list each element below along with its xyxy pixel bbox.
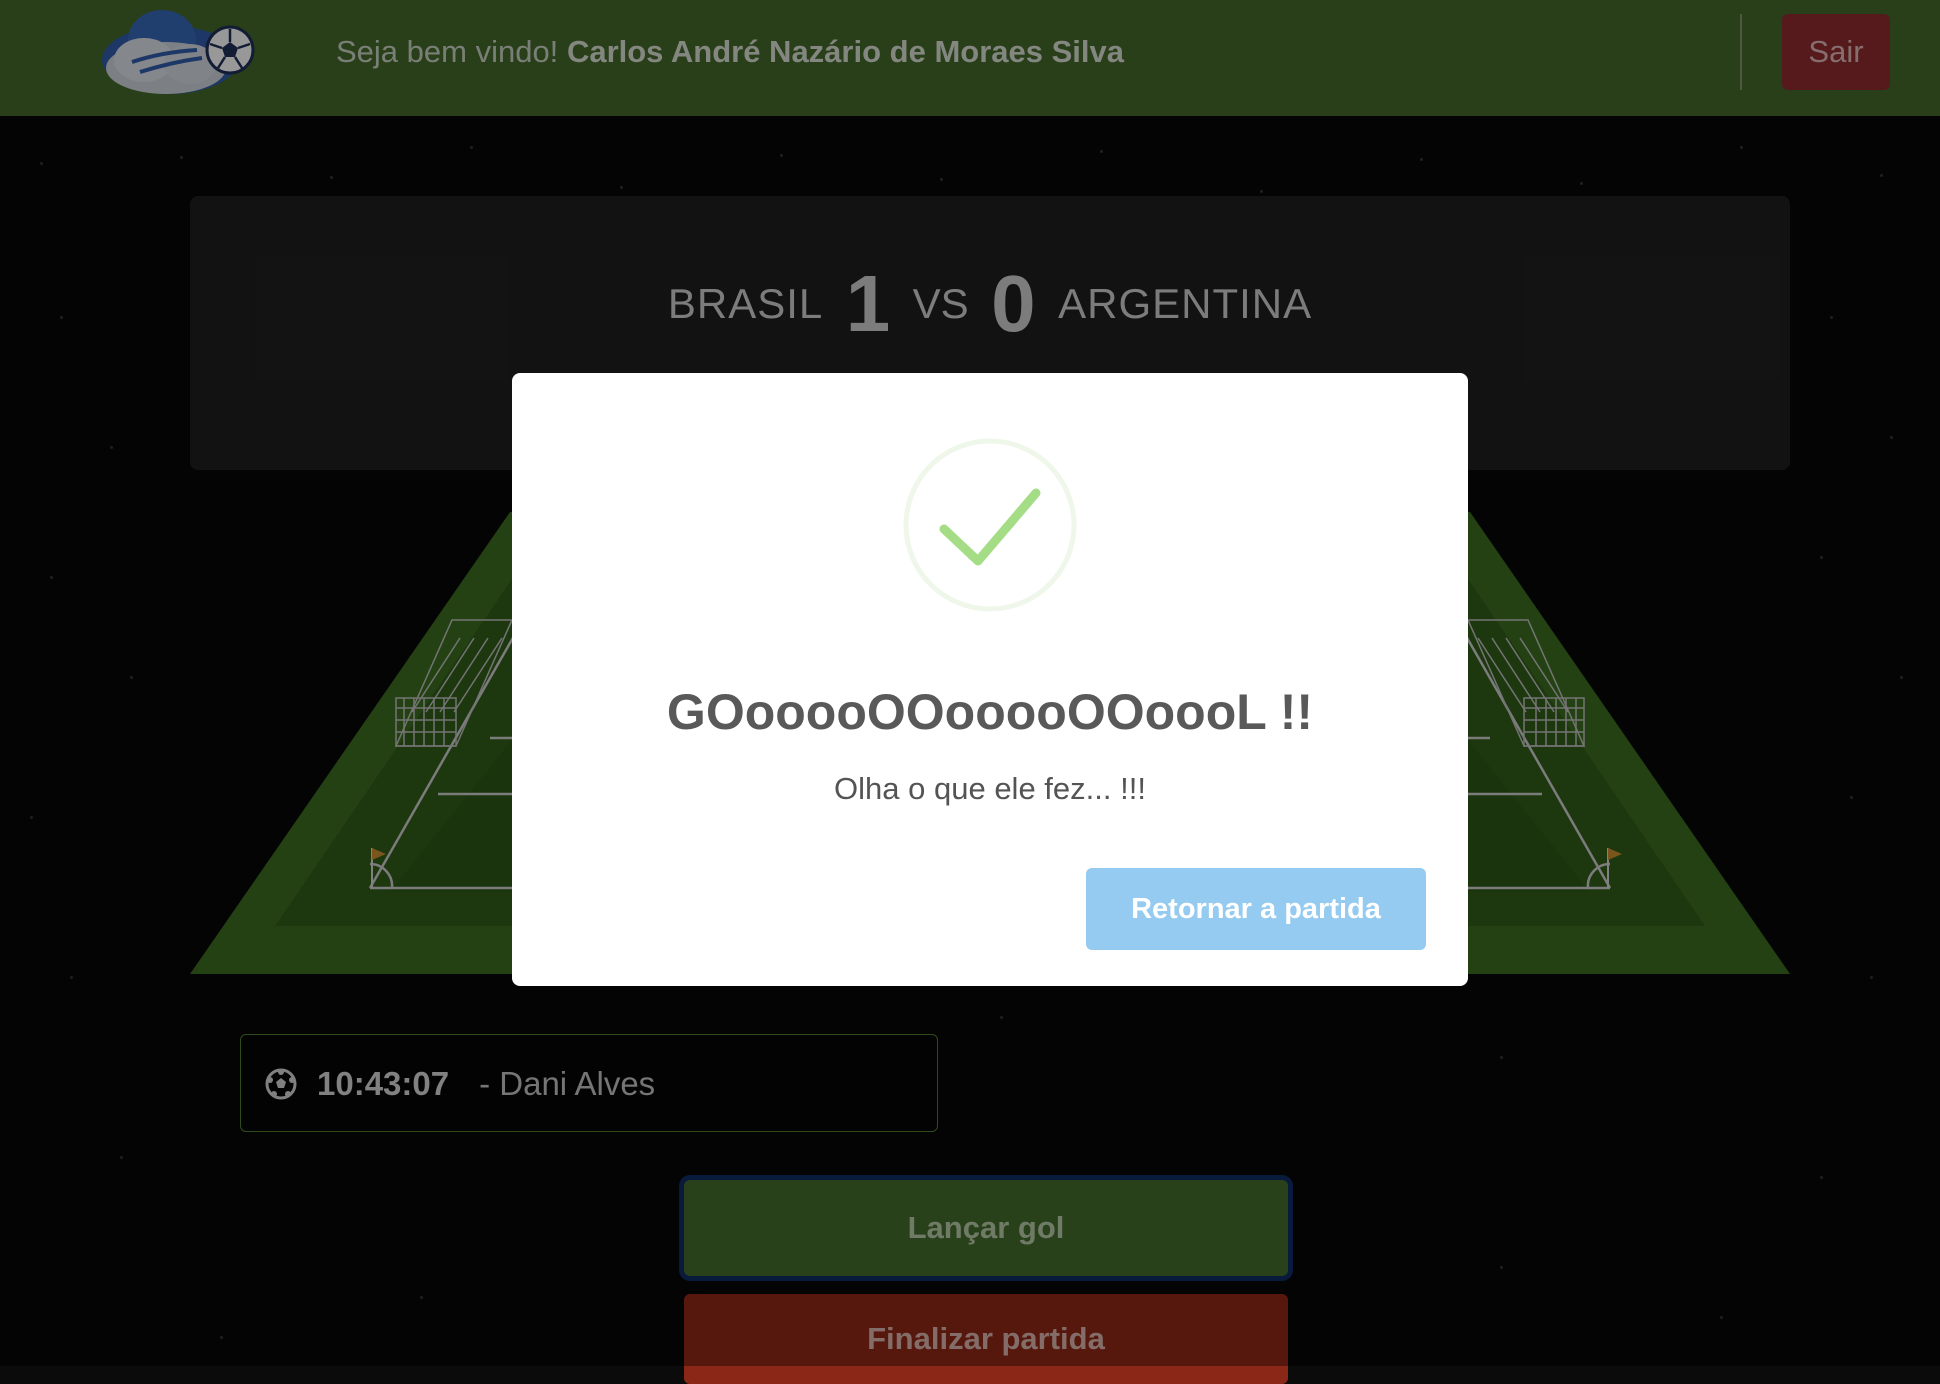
goal-alert-modal: GOooooOOooooOOoooL !! Olha o que ele fez… xyxy=(512,373,1468,986)
return-to-match-button[interactable]: Retornar a partida xyxy=(1086,868,1426,950)
modal-title: GOooooOOooooOOoooL !! xyxy=(666,684,1314,740)
modal-text: Olha o que ele fez... !!! xyxy=(834,771,1146,806)
success-check-icon xyxy=(903,438,1077,612)
